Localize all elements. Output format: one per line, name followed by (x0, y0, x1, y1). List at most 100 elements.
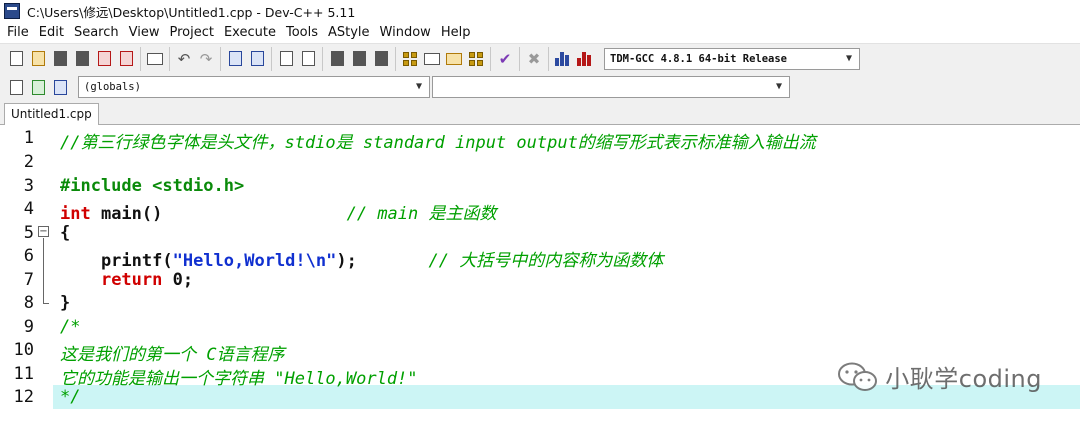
goto-declaration-button[interactable] (28, 77, 48, 97)
return-value: 0; (162, 270, 194, 290)
menu-edit[interactable]: Edit (34, 22, 69, 43)
find-toolbar-group (220, 46, 271, 71)
comment-button[interactable] (371, 49, 391, 69)
menu-bar: File Edit Search View Project Execute To… (0, 22, 1080, 43)
delete-profile-button[interactable] (575, 49, 595, 69)
replace-icon (250, 51, 264, 66)
comment-text: */ (60, 387, 81, 407)
menu-file[interactable]: File (2, 22, 34, 43)
indent-button[interactable] (327, 49, 347, 69)
goto-line-button[interactable] (276, 49, 296, 69)
class-toolbar-group (2, 75, 74, 99)
line-number: 2 (23, 152, 34, 172)
compile-icon (403, 51, 417, 66)
close-all-icon (119, 51, 133, 66)
stop-toolbar-group: ✖ (519, 46, 548, 71)
menu-window[interactable]: Window (375, 22, 436, 43)
syntax-check-button[interactable]: ✔ (495, 49, 515, 69)
compiler-select-value: TDM-GCC 4.8.1 64-bit Release (610, 52, 788, 65)
close-file-button[interactable] (94, 49, 114, 69)
redo-button[interactable]: ↷ (196, 49, 216, 69)
chevron-down-icon[interactable]: ▼ (842, 51, 856, 67)
build-toolbar-group (395, 46, 490, 71)
fold-end-marker (43, 303, 49, 304)
compile-button[interactable] (400, 49, 420, 69)
menu-tools[interactable]: Tools (281, 22, 323, 43)
unindent-icon (352, 51, 366, 66)
chevron-down-icon[interactable]: ▼ (772, 79, 786, 95)
stop-x-icon: ✖ (527, 49, 541, 68)
open-folder-icon (31, 51, 45, 66)
code-line-10: 这是我们的第一个 C语言程序 (60, 340, 284, 365)
code-line-8: } (60, 293, 70, 313)
editor-tab-strip: Untitled1.cpp (0, 101, 1080, 126)
menu-view[interactable]: View (124, 22, 165, 43)
open-file-button[interactable] (28, 49, 48, 69)
stop-execution-button[interactable]: ✖ (524, 49, 544, 69)
line-number: 9 (23, 317, 34, 337)
profile-toolbar-group (548, 46, 599, 71)
menu-astyle[interactable]: AStyle (323, 22, 375, 43)
menu-execute[interactable]: Execute (219, 22, 281, 43)
class-toolbar: (globals) ▼ ▼ (0, 73, 1080, 101)
code-line-4: int main() // main 是主函数 (60, 199, 497, 224)
fold-toggle-icon[interactable]: − (38, 226, 49, 237)
file-toolbar-group (2, 47, 140, 71)
save-icon (53, 51, 67, 66)
menu-help[interactable]: Help (436, 22, 476, 43)
check-icon: ✔ (498, 49, 512, 68)
code-line-9: /* (60, 317, 80, 337)
bookmark-icon (301, 51, 315, 66)
close-all-button[interactable] (116, 49, 136, 69)
keyword: int (60, 204, 91, 224)
undo-button[interactable]: ↶ (174, 49, 194, 69)
goto-declaration-icon (31, 79, 45, 95)
redo-icon: ↷ (199, 49, 213, 68)
indent-toolbar-group (322, 46, 395, 71)
comment-text: //第三行绿色字体是头文件，stdio是 standard input outp… (60, 133, 816, 153)
function-name: main() (90, 204, 163, 224)
code-editor[interactable]: 1 2 3 4 5 6 7 8 9 10 11 12 − //第三行绿色字体是头… (0, 125, 1080, 424)
new-file-button[interactable] (6, 49, 26, 69)
find-button[interactable] (225, 49, 245, 69)
member-select[interactable]: ▼ (432, 76, 790, 98)
replace-button[interactable] (247, 49, 267, 69)
toggle-bookmark-button[interactable] (298, 49, 318, 69)
run-button[interactable] (422, 49, 442, 69)
compiler-select[interactable]: TDM-GCC 4.8.1 64-bit Release ▼ (604, 47, 860, 70)
chevron-down-icon[interactable]: ▼ (412, 79, 426, 95)
goto-line-icon (279, 51, 293, 66)
menu-project[interactable]: Project (164, 22, 218, 43)
save-button[interactable] (50, 49, 70, 69)
line-number: 11 (13, 364, 34, 384)
unindent-button[interactable] (349, 49, 369, 69)
tab-untitled1-cpp[interactable]: Untitled1.cpp (4, 103, 99, 126)
compile-run-button[interactable] (444, 49, 464, 69)
insert-button[interactable] (6, 77, 26, 97)
close-brace: } (60, 293, 71, 313)
insert-icon (9, 79, 23, 95)
print-button[interactable] (145, 49, 165, 69)
code-line-12: */ (60, 387, 80, 407)
save-all-button[interactable] (72, 49, 92, 69)
line-number: 10 (13, 340, 34, 360)
line-number: 5 (23, 223, 34, 243)
comment-text: 这是我们的第一个 C语言程序 (60, 345, 285, 365)
title-bar: C:\Users\修远\Desktop\Untitled1.cpp - Dev-… (0, 0, 1080, 22)
profile-button[interactable] (553, 49, 573, 69)
line-number: 12 (13, 387, 34, 407)
string-literal: "Hello,World!\n" (172, 251, 337, 271)
code-line-5: { (60, 223, 70, 243)
menu-search[interactable]: Search (69, 22, 124, 43)
scope-select[interactable]: (globals) ▼ (78, 76, 430, 98)
check-toolbar-group: ✔ (490, 46, 519, 71)
indent-icon (330, 51, 344, 66)
line-number: 8 (23, 293, 34, 313)
fold-line (43, 238, 44, 303)
new-file-icon (9, 51, 23, 66)
goto-definition-button[interactable] (50, 77, 70, 97)
rebuild-all-button[interactable] (466, 49, 486, 69)
